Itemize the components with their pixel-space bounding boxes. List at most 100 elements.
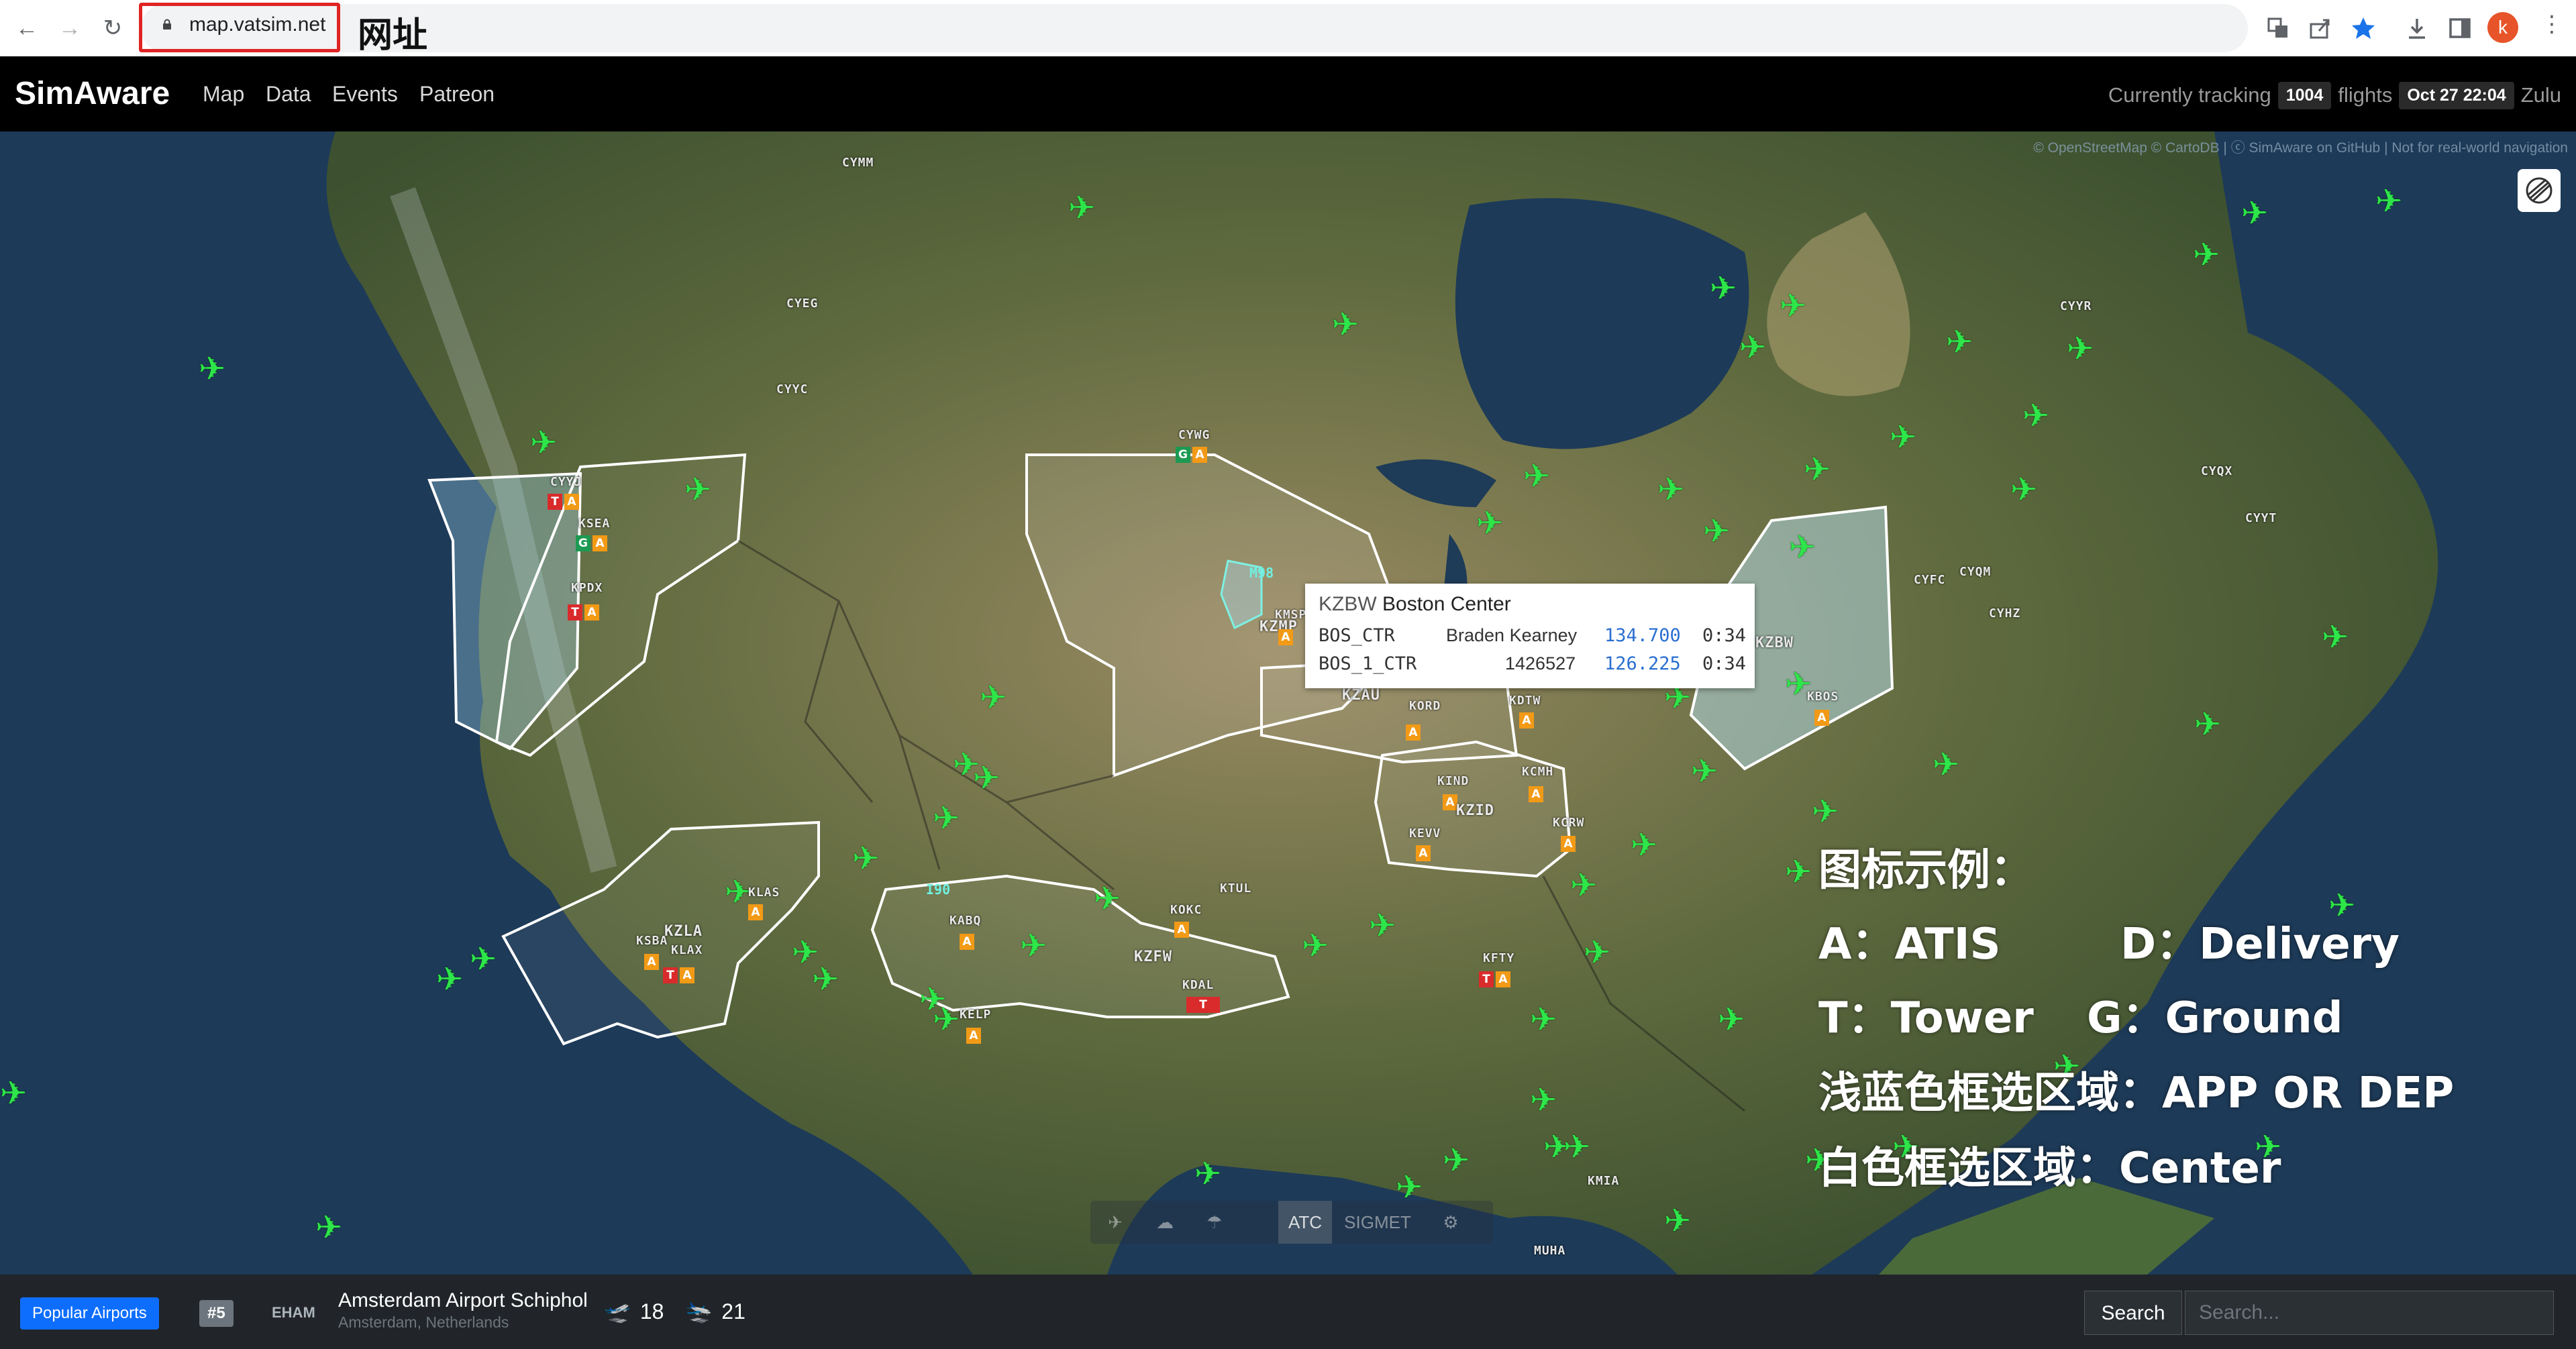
atc-badges[interactable]: T bbox=[1186, 997, 1220, 1013]
aircraft-icon[interactable]: ✈ bbox=[852, 843, 879, 875]
address-bar[interactable] bbox=[141, 4, 2248, 52]
airport-label[interactable]: CYQM bbox=[1959, 565, 1991, 579]
aircraft-icon[interactable]: ✈ bbox=[470, 943, 497, 975]
aircraft-icon[interactable]: ✈ bbox=[436, 963, 463, 995]
airport-label[interactable]: MUHA bbox=[1534, 1244, 1565, 1258]
airport-label[interactable]: KCRW bbox=[1553, 816, 1584, 830]
center-label[interactable]: KZFW bbox=[1134, 949, 1172, 965]
atis-badge[interactable]: A bbox=[584, 604, 599, 620]
aircraft-icon[interactable]: ✈ bbox=[1094, 883, 1121, 915]
bookmark-star-icon[interactable] bbox=[2349, 13, 2378, 43]
nav-data[interactable]: Data bbox=[266, 82, 311, 107]
center-label[interactable]: KZBW bbox=[1755, 635, 1794, 651]
search-input[interactable] bbox=[2185, 1291, 2554, 1335]
airport-label[interactable]: KSEA bbox=[578, 517, 610, 531]
atc-badges[interactable]: A bbox=[1278, 629, 1293, 645]
atis-badge[interactable]: A bbox=[1529, 786, 1543, 802]
atc-badges[interactable]: A bbox=[1814, 710, 1829, 726]
aircraft-icon[interactable]: ✈ bbox=[1780, 290, 1806, 322]
tracon-label[interactable]: I90 bbox=[926, 881, 950, 898]
aircraft-icon[interactable]: ✈ bbox=[1703, 515, 1730, 547]
aircraft-icon[interactable]: ✈ bbox=[1739, 331, 1766, 364]
aircraft-icon[interactable]: ✈ bbox=[1890, 421, 1916, 453]
aircraft-icon[interactable]: ✈ bbox=[2322, 621, 2349, 653]
sigmet-toggle[interactable]: SIGMET bbox=[1336, 1201, 1419, 1244]
airport-label[interactable]: KABQ bbox=[949, 914, 981, 928]
atc-badges[interactable]: A bbox=[644, 954, 659, 970]
atis-badge[interactable]: A bbox=[960, 934, 974, 950]
airport-label[interactable]: KDAL bbox=[1182, 978, 1214, 992]
aircraft-icon[interactable]: ✈ bbox=[933, 1004, 960, 1036]
aircraft-icon[interactable]: ✈ bbox=[1068, 192, 1095, 224]
airport-label[interactable]: CYYR bbox=[2060, 299, 2092, 313]
airport-label[interactable]: CYMM bbox=[842, 156, 874, 170]
tower-badge[interactable]: T bbox=[663, 967, 678, 983]
brand-logo[interactable]: SimAware bbox=[15, 75, 170, 112]
atc-badges[interactable]: T A bbox=[663, 967, 694, 983]
airport-label[interactable]: CYQX bbox=[2201, 464, 2232, 478]
tower-badge[interactable]: T bbox=[568, 604, 582, 620]
aircraft-icon[interactable]: ✈ bbox=[1664, 1205, 1691, 1237]
airport-label[interactable]: KDTW bbox=[1509, 694, 1541, 708]
atc-badges[interactable]: A bbox=[1529, 786, 1543, 802]
atis-badge[interactable]: A bbox=[1192, 447, 1207, 463]
airport-label[interactable]: CYYJ bbox=[550, 475, 582, 489]
airport-label[interactable]: KSBA bbox=[636, 934, 668, 948]
airport-label[interactable]: CYYT bbox=[2245, 511, 2277, 525]
weather-cloud-icon[interactable]: ☁ bbox=[1140, 1201, 1190, 1244]
aircraft-icon[interactable]: ✈ bbox=[1396, 1171, 1423, 1203]
aircraft-icon[interactable]: ✈ bbox=[1584, 936, 1610, 969]
aircraft-icon[interactable]: ✈ bbox=[1332, 309, 1359, 341]
atis-badge[interactable]: A bbox=[1443, 794, 1457, 810]
aircraft-icon[interactable]: ✈ bbox=[2194, 708, 2221, 741]
atc-badges[interactable]: A bbox=[1174, 922, 1189, 938]
reload-icon[interactable]: ↻ bbox=[98, 13, 127, 43]
airport-label[interactable]: KPDX bbox=[571, 581, 603, 595]
aircraft-icon[interactable]: ✈ bbox=[530, 427, 557, 459]
atis-badge[interactable]: A bbox=[748, 904, 763, 920]
aircraft-icon[interactable]: ✈ bbox=[2010, 474, 2037, 506]
atis-badge[interactable]: A bbox=[1278, 629, 1293, 645]
aircraft-icon[interactable]: ✈ bbox=[2241, 197, 2268, 229]
airport-label[interactable]: KORD bbox=[1409, 699, 1441, 713]
aircraft-icon[interactable]: ✈ bbox=[1443, 1144, 1470, 1177]
atis-badge[interactable]: A bbox=[593, 535, 607, 551]
ground-badge[interactable]: G bbox=[576, 535, 590, 551]
aircraft-icon[interactable]: ✈ bbox=[1476, 507, 1503, 539]
tower-badge[interactable]: T bbox=[548, 494, 562, 510]
airport-label[interactable]: KFTY bbox=[1483, 951, 1514, 965]
aircraft-icon[interactable]: ✈ bbox=[199, 353, 225, 385]
atc-badges[interactable]: T A bbox=[1479, 971, 1510, 987]
atc-toggle[interactable]: ATC bbox=[1278, 1201, 1332, 1244]
airport-label[interactable]: KBOS bbox=[1807, 690, 1839, 704]
aircraft-icon[interactable]: ✈ bbox=[1194, 1158, 1221, 1190]
airport-label[interactable]: KOKC bbox=[1170, 903, 1202, 917]
aircraft-icon[interactable]: ✈ bbox=[1710, 272, 1737, 305]
atc-badges[interactable]: A bbox=[1416, 845, 1431, 861]
atc-badges[interactable]: A bbox=[1406, 724, 1421, 741]
aircraft-icon[interactable]: ✈ bbox=[812, 963, 839, 995]
tower-badge[interactable]: T bbox=[1186, 997, 1220, 1013]
atis-badge[interactable]: A bbox=[564, 494, 579, 510]
center-label[interactable]: KZID bbox=[1456, 802, 1494, 819]
tower-badge[interactable]: T bbox=[1479, 971, 1494, 987]
atis-badge[interactable]: A bbox=[644, 954, 659, 970]
aircraft-icon[interactable]: ✈ bbox=[2022, 400, 2049, 432]
atc-badges[interactable]: A bbox=[1443, 794, 1457, 810]
atis-badge[interactable]: A bbox=[1496, 971, 1510, 987]
atis-badge[interactable]: A bbox=[1174, 922, 1189, 938]
aircraft-icon[interactable]: ✈ bbox=[2067, 333, 2094, 365]
profile-avatar[interactable]: k bbox=[2487, 12, 2518, 43]
airport-label[interactable]: KIND bbox=[1437, 774, 1469, 788]
atis-badge[interactable]: A bbox=[1561, 836, 1576, 852]
airport-label[interactable]: KLAX bbox=[671, 943, 703, 957]
translate-icon[interactable] bbox=[2263, 13, 2293, 43]
atc-badges[interactable]: G A bbox=[576, 535, 607, 551]
aircraft-icon[interactable]: ✈ bbox=[933, 802, 960, 834]
aircraft-icon[interactable]: ✈ bbox=[1530, 1084, 1557, 1116]
center-label[interactable]: KZAU bbox=[1342, 687, 1380, 704]
download-icon[interactable] bbox=[2402, 13, 2432, 43]
aircraft-icon[interactable]: ✈ bbox=[1523, 460, 1550, 492]
atis-badge[interactable]: A bbox=[966, 1028, 981, 1044]
atis-badge[interactable]: A bbox=[1519, 712, 1534, 729]
